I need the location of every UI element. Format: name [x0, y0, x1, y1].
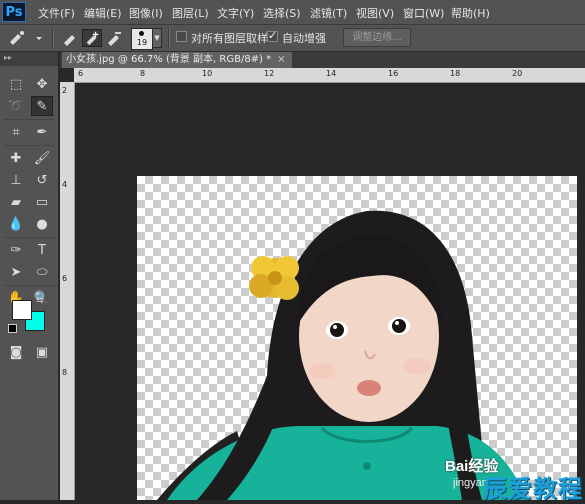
- auto-enhance-checkbox[interactable]: [267, 29, 278, 42]
- brush-icon[interactable]: 🖌: [31, 148, 53, 168]
- menu-window[interactable]: 窗口(W): [403, 5, 444, 21]
- separator: [4, 145, 54, 146]
- eraser-icon[interactable]: ▰: [5, 192, 27, 212]
- document-tab[interactable]: 小女孩.jpg @ 66.7% (背景 副本, RGB/8#) * ×: [62, 52, 292, 68]
- shape-icon[interactable]: ⬭: [31, 262, 53, 282]
- girl-photo-layer: [157, 210, 527, 500]
- brush-tip-icon: [139, 31, 144, 36]
- subtract-from-selection-icon[interactable]: [104, 29, 124, 47]
- ruler-label: 6: [62, 274, 68, 283]
- document-tab-title: 小女孩.jpg @ 66.7% (背景 副本, RGB/8#) *: [66, 54, 272, 65]
- gradient-icon[interactable]: ▭: [31, 192, 53, 212]
- ruler-label: 8: [62, 368, 68, 377]
- screen-mode-icon[interactable]: ▣: [31, 342, 53, 362]
- new-selection-icon[interactable]: [60, 29, 80, 47]
- ruler-label: 16: [388, 69, 399, 78]
- move-icon[interactable]: ✥: [31, 74, 53, 94]
- hair-flower: [249, 256, 299, 300]
- clone-stamp-icon[interactable]: ⊥: [5, 170, 27, 190]
- menu-image[interactable]: 图像(I): [129, 5, 163, 21]
- separator: [52, 28, 54, 48]
- tools-panel-header[interactable]: ▸▸: [0, 52, 58, 66]
- ruler-label: 10: [202, 69, 213, 78]
- default-colors-icon[interactable]: [8, 324, 17, 333]
- brush-picker-dropdown[interactable]: ▼: [152, 28, 162, 48]
- sample-all-layers-label: 对所有图层取样: [191, 32, 268, 45]
- tool-preset-picker-icon[interactable]: [6, 29, 44, 47]
- brush-size-value: 19: [136, 38, 148, 47]
- ruler-label: 4: [62, 180, 68, 189]
- tools-panel: ▸▸ ⬚ ✥ ➰ ✎ ⌗ ✒ ✚ 🖌 ⊥ ↺ ▰ ▭ 💧 ● ✑ T ➤ ⬭ ✋…: [0, 52, 59, 500]
- path-selection-icon[interactable]: ➤: [5, 262, 27, 282]
- blur-icon[interactable]: 💧: [5, 214, 27, 234]
- watermark: Bai经验 jingyan 辰爱教程: [445, 455, 585, 503]
- brush-size-preview[interactable]: 19: [131, 28, 153, 50]
- auto-enhance-label: 自动增强: [282, 32, 326, 45]
- quick-selection-icon[interactable]: ✎: [31, 96, 53, 116]
- history-brush-icon[interactable]: ↺: [31, 170, 53, 190]
- sample-all-layers-checkbox[interactable]: [176, 31, 187, 42]
- pen-icon[interactable]: ✑: [5, 240, 27, 260]
- eyedropper-icon[interactable]: ✒: [31, 122, 53, 142]
- ruler-label: 8: [140, 69, 146, 78]
- menu-type[interactable]: 文字(Y): [217, 5, 254, 21]
- add-to-selection-icon[interactable]: [82, 29, 102, 47]
- marquee-icon[interactable]: ⬚: [5, 74, 27, 94]
- refine-edge-button[interactable]: 调整边缘...: [343, 28, 411, 47]
- swap-colors-icon[interactable]: ⇆: [36, 296, 44, 306]
- foreground-color-swatch[interactable]: [12, 300, 32, 320]
- separator: [4, 237, 54, 238]
- ruler-label: 14: [326, 69, 337, 78]
- menu-filter[interactable]: 滤镜(T): [310, 5, 347, 21]
- separator: [4, 119, 54, 120]
- quick-mask-icon[interactable]: ◙: [5, 342, 27, 362]
- close-icon[interactable]: ×: [277, 54, 285, 65]
- menu-file[interactable]: 文件(F): [38, 5, 75, 21]
- lasso-icon[interactable]: ➰: [5, 96, 27, 116]
- vertical-ruler: 2 4 6 8: [60, 82, 75, 500]
- ruler-label: 20: [512, 69, 523, 78]
- type-icon[interactable]: T: [31, 240, 53, 260]
- crop-icon[interactable]: ⌗: [5, 122, 27, 142]
- healing-brush-icon[interactable]: ✚: [5, 148, 27, 168]
- ruler-label: 18: [450, 69, 461, 78]
- separator: [4, 285, 54, 286]
- menu-view[interactable]: 视图(V): [356, 5, 394, 21]
- ruler-label: 6: [78, 69, 84, 78]
- dodge-icon[interactable]: ●: [31, 214, 53, 234]
- photoshop-logo: Ps: [2, 2, 26, 22]
- menu-layer[interactable]: 图层(L): [172, 5, 209, 21]
- ruler-label: 12: [264, 69, 275, 78]
- ruler-label: 2: [62, 86, 68, 95]
- watermark-site: 辰爱教程: [483, 475, 583, 503]
- document-tab-bar: 小女孩.jpg @ 66.7% (背景 副本, RGB/8#) * ×: [60, 52, 585, 68]
- menu-bar: Ps 文件(F) 编辑(E) 图像(I) 图层(L) 文字(Y) 选择(S) 滤…: [0, 0, 585, 25]
- document-canvas[interactable]: [137, 176, 577, 500]
- separator: [168, 28, 170, 48]
- options-bar: 19 ▼ 对所有图层取样 自动增强 调整边缘...: [0, 25, 585, 52]
- menu-select[interactable]: 选择(S): [263, 5, 301, 21]
- menu-edit[interactable]: 编辑(E): [84, 5, 122, 21]
- menu-help[interactable]: 帮助(H): [451, 5, 490, 21]
- horizontal-ruler: 6 8 10 12 14 16 18 20: [74, 68, 585, 83]
